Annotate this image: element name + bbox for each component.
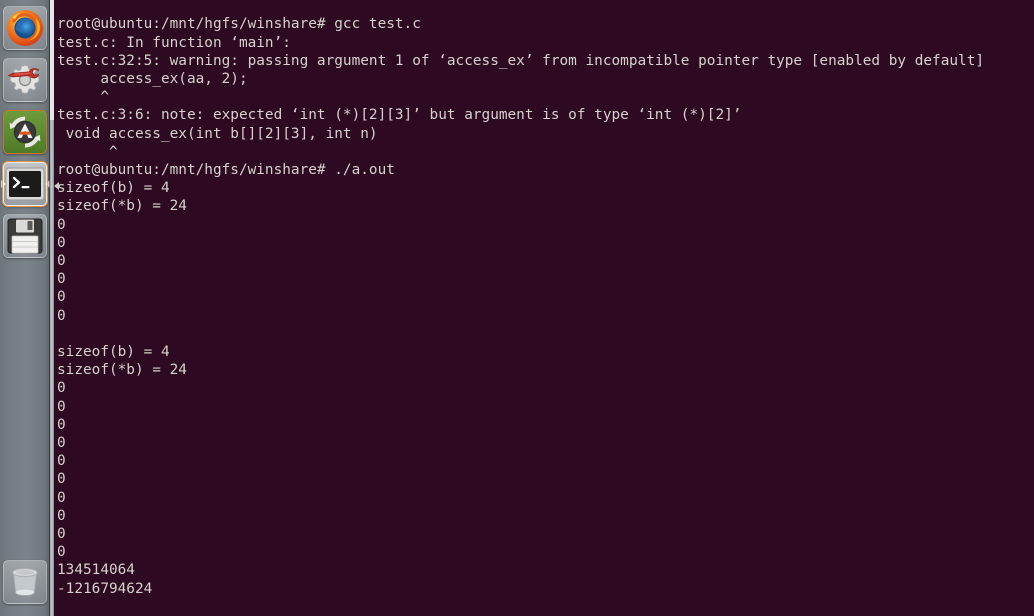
terminal-output: root@ubuntu:/mnt/hgfs/winshare# gcc test… <box>57 15 1034 616</box>
terminal-line: 0 <box>57 526 66 543</box>
terminal-line: 134514064 <box>57 562 135 579</box>
terminal-line: sizeof(*b) = 24 <box>57 362 187 379</box>
terminal-line: 0 <box>57 544 66 561</box>
floppy-disk-icon <box>7 218 43 254</box>
launcher-item-terminal[interactable] <box>1 160 50 208</box>
launcher-item-trash[interactable] <box>1 558 49 606</box>
terminal-line: 0 <box>57 435 66 452</box>
software-updater-tile <box>3 110 47 154</box>
launcher-item-files-save[interactable] <box>1 212 49 260</box>
terminal-line: sizeof(b) = 4 <box>57 344 170 361</box>
scroll-position-marker-icon <box>54 182 59 190</box>
terminal-line: 0 <box>57 507 66 524</box>
terminal-line: root@ubuntu:/mnt/hgfs/winshare# gcc test… <box>57 16 421 33</box>
terminal-line: 0 <box>57 289 66 306</box>
launcher-item-list <box>0 0 50 264</box>
desktop-screen: root@ubuntu:/mnt/hgfs/winshare# gcc test… <box>0 0 1034 616</box>
terminal-line: 0 <box>57 234 66 251</box>
terminal-line: sizeof(*b) = 24 <box>57 198 187 215</box>
terminal-line: 0 <box>57 398 66 415</box>
firefox-icon <box>7 10 43 46</box>
terminal-line: 0 <box>57 453 66 470</box>
terminal-line: ^ <box>57 89 109 106</box>
terminal-line: 0 <box>57 307 66 324</box>
terminal-line: test.c:3:6: note: expected ‘int (*)[2][3… <box>57 107 742 124</box>
terminal-line: void access_ex(int b[][2][3], int n) <box>57 125 378 142</box>
terminal-line: access_ex(aa, 2); <box>57 71 248 87</box>
terminal-line: sizeof(b) = 4 <box>57 180 170 197</box>
terminal-line: test.c: In function ‘main’: <box>57 34 291 51</box>
terminal-icon <box>5 167 45 201</box>
terminal-line: test.c:32:5: warning: passing argument 1… <box>57 52 985 69</box>
system-settings-tile <box>3 58 47 102</box>
terminal-line: 0 <box>57 216 66 233</box>
terminal-window[interactable]: root@ubuntu:/mnt/hgfs/winshare# gcc test… <box>50 0 1034 616</box>
software-updater-icon <box>9 116 41 148</box>
launcher-item-system-settings[interactable] <box>1 56 49 104</box>
terminal-line: 0 <box>57 271 66 288</box>
terminal-line: 0 <box>57 253 66 270</box>
terminal-line: ^ <box>57 143 118 160</box>
launcher-item-software-updater[interactable] <box>1 108 49 156</box>
terminal-scrollbar-thumb[interactable] <box>50 0 54 120</box>
floppy-tile <box>3 214 47 258</box>
trash-tile <box>3 560 47 604</box>
terminal-line: 0 <box>57 489 66 506</box>
trash-icon <box>12 568 38 596</box>
terminal-line: 0 <box>57 380 66 397</box>
terminal-line: 0 <box>57 471 66 488</box>
terminal-line: 0 <box>57 416 66 433</box>
terminal-line: root@ubuntu:/mnt/hgfs/winshare# ./a.out <box>57 162 395 179</box>
gear-wrench-icon <box>7 65 40 94</box>
terminal-tile <box>3 162 47 206</box>
terminal-scrollbar[interactable] <box>50 0 54 616</box>
firefox-tile <box>3 6 47 50</box>
unity-launcher <box>0 0 50 616</box>
launcher-item-firefox[interactable] <box>1 4 49 52</box>
terminal-line: -1216794624 <box>57 580 153 597</box>
